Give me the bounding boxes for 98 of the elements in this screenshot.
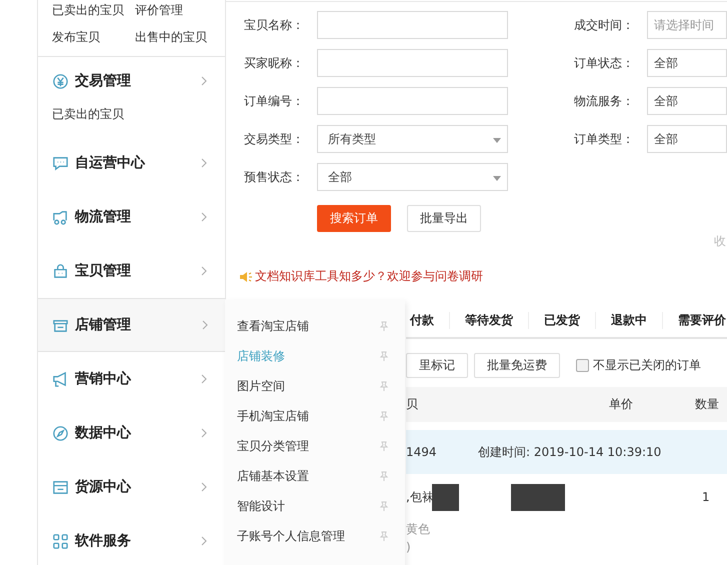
megaphone-icon xyxy=(52,370,69,388)
submenu-item[interactable]: 子账号个人信息管理 xyxy=(225,521,405,551)
quick-link[interactable]: 出售中的宝贝 xyxy=(135,29,225,46)
sidebar-item-label: 自运营中心 xyxy=(75,154,146,172)
redaction-block xyxy=(511,484,565,510)
dropdown[interactable]: 全部 xyxy=(317,163,508,191)
field-label: 订单状态： xyxy=(574,54,635,72)
quick-link[interactable]: 评价管理 xyxy=(135,2,225,19)
field-label: 预售状态： xyxy=(244,168,305,186)
dropdown[interactable]: 所有类型 xyxy=(317,125,508,153)
sidebar-item-label: 软件服务 xyxy=(75,532,132,550)
sidebar-item[interactable]: 宝贝管理 xyxy=(38,244,225,298)
pin-icon xyxy=(379,381,389,391)
field-label: 宝贝名称： xyxy=(244,16,305,34)
status-tab[interactable]: 等待发货 xyxy=(450,312,529,328)
chevron-right-icon xyxy=(201,266,207,276)
sidebar-item-label: 物流管理 xyxy=(75,208,132,226)
dropdown-arrow-icon xyxy=(493,176,501,181)
input-field[interactable] xyxy=(317,49,508,77)
submenu-item[interactable]: 手机淘宝店铺 xyxy=(225,401,405,431)
batch-button[interactable]: 批量免运费 xyxy=(474,352,560,378)
quantity-cell: 1 xyxy=(702,490,710,504)
checkbox-label: 不显示已关闭的订单 xyxy=(593,356,701,374)
bag-icon xyxy=(52,262,69,280)
batch-button[interactable]: 里标记 xyxy=(406,352,468,378)
pin-icon xyxy=(379,531,389,541)
input-field[interactable] xyxy=(317,87,508,115)
dropdown-arrow-icon xyxy=(493,138,501,143)
sidebar-item[interactable]: 软件服务 xyxy=(38,514,225,565)
sidebar-item-label: 店铺管理 xyxy=(75,316,132,334)
sidebar-item[interactable]: 店铺管理 xyxy=(38,298,226,352)
survey-link[interactable]: 文档知识库工具知多少？欢迎参与问卷调研 xyxy=(255,268,483,285)
status-tab[interactable]: 退款中 xyxy=(596,312,663,328)
submenu-item[interactable]: 查看淘宝店铺 xyxy=(225,311,405,341)
date-field[interactable]: 请选择时间 xyxy=(647,11,727,39)
quick-link[interactable]: 发布宝贝 xyxy=(52,29,135,46)
sidebar-item[interactable]: 物流管理 xyxy=(38,190,225,244)
dropdown[interactable]: 全部 xyxy=(647,125,727,153)
pin-icon xyxy=(379,501,389,511)
sidebar-item[interactable]: 营销中心 xyxy=(38,352,225,406)
chevron-right-icon xyxy=(201,212,207,222)
sidebar-item-label: 营销中心 xyxy=(75,370,132,388)
item-detail: ) xyxy=(406,539,412,556)
grid-icon xyxy=(52,532,69,550)
field-label: 成交时间： xyxy=(574,16,635,34)
chevron-right-icon xyxy=(201,158,207,168)
pin-icon xyxy=(379,411,389,421)
chevron-right-icon xyxy=(201,428,207,438)
item-detail: 黄色 xyxy=(406,521,431,538)
sidebar-item[interactable]: 货源中心 xyxy=(38,460,225,514)
sidebar-item-label: 宝贝管理 xyxy=(75,262,132,280)
order-number: 1494 xyxy=(406,445,438,459)
compass-icon xyxy=(52,424,69,442)
dropdown[interactable]: 全部 xyxy=(647,49,727,77)
chevron-right-icon xyxy=(202,320,208,330)
truck-icon xyxy=(52,208,69,226)
chevron-right-icon xyxy=(201,374,207,384)
column-header: 单价 xyxy=(609,396,634,413)
chevron-right-icon xyxy=(201,482,207,492)
field-label: 交易类型： xyxy=(244,130,305,148)
pin-icon xyxy=(379,351,389,361)
chevron-right-icon xyxy=(201,536,207,546)
yen-circle-icon xyxy=(52,72,69,90)
box-icon xyxy=(52,478,69,496)
chevron-right-icon xyxy=(201,76,207,86)
sidebar-item[interactable]: 自运营中心 xyxy=(38,136,225,190)
sidebar-item-label: 交易管理 xyxy=(75,72,132,90)
sidebar-item-label: 货源中心 xyxy=(75,478,132,496)
column-header: 数量 xyxy=(695,396,719,413)
pin-icon xyxy=(379,471,389,481)
chat-bubble-icon xyxy=(52,154,69,172)
redaction-block xyxy=(432,484,459,510)
field-label: 订单编号： xyxy=(244,92,305,110)
checkbox[interactable] xyxy=(576,358,589,372)
column-header: 贝 xyxy=(406,396,419,413)
export-button[interactable]: 批量导出 xyxy=(407,204,481,232)
status-tab[interactable]: 需要评价 xyxy=(663,312,727,328)
pin-icon xyxy=(379,321,389,331)
submenu-item[interactable]: 智能设计 xyxy=(225,491,405,521)
submenu-item[interactable]: 宝贝分类管理 xyxy=(225,431,405,461)
field-label: 物流服务： xyxy=(574,92,635,110)
submenu-item[interactable]: 图片空间 xyxy=(225,371,405,401)
search-orders-button[interactable]: 搜索订单 xyxy=(317,204,391,232)
sidebar-item-label: 数据中心 xyxy=(75,424,132,442)
field-label: 订单类型： xyxy=(574,130,635,148)
status-tab[interactable]: 已发货 xyxy=(529,312,596,328)
quick-link[interactable]: 已卖出的宝贝 xyxy=(52,2,135,19)
speaker-icon xyxy=(239,270,253,282)
pin-icon xyxy=(379,441,389,451)
field-label: 买家昵称： xyxy=(244,54,305,72)
created-time: 创建时间: 2019-10-14 10:39:10 xyxy=(478,444,662,460)
sidebar-item[interactable]: 数据中心 xyxy=(38,406,225,460)
input-field[interactable] xyxy=(317,11,508,39)
sidebar-subitem[interactable]: 已卖出的宝贝 xyxy=(38,105,225,123)
dropdown[interactable]: 全部 xyxy=(647,87,727,115)
sidebar-item[interactable]: 交易管理 xyxy=(38,57,225,105)
status-tab[interactable]: 付款 xyxy=(406,312,450,328)
submenu-item[interactable]: 店铺基本设置 xyxy=(225,461,405,491)
